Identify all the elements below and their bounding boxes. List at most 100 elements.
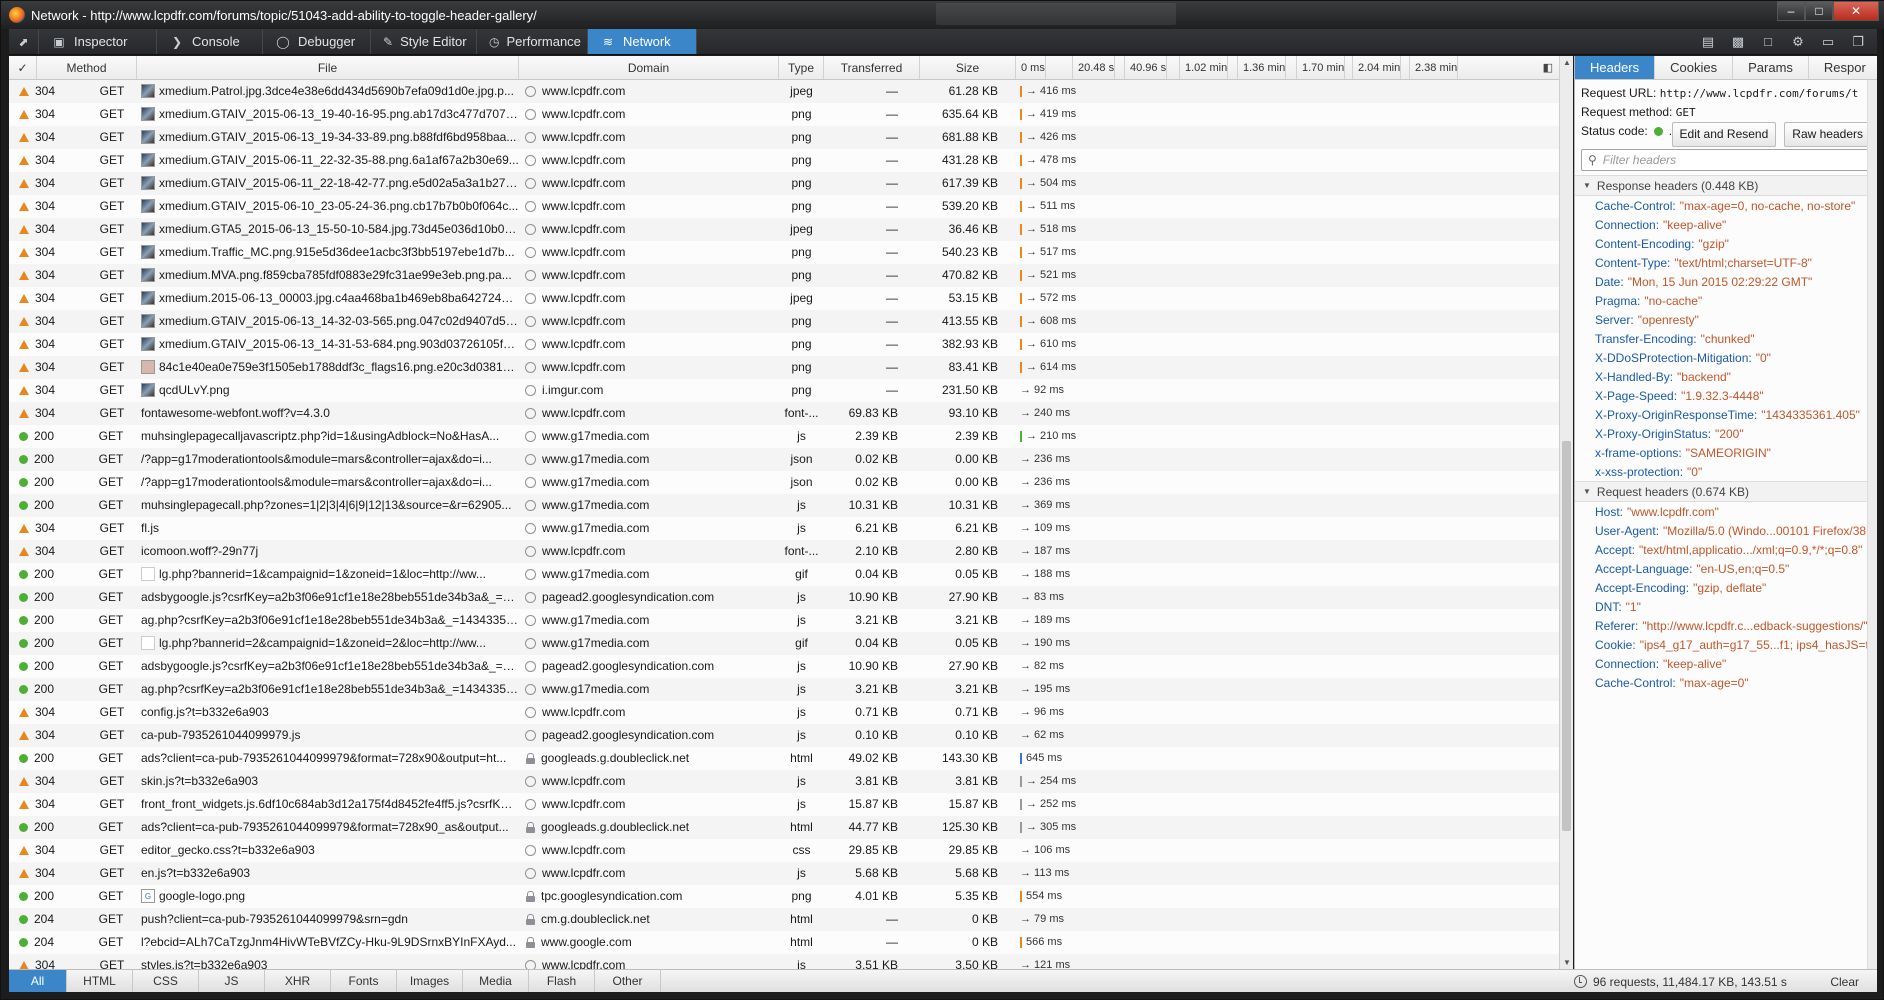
table-row[interactable]: 200 GET ag.php?csrfKey=a2b3f06e91cf1e18e28… xyxy=(9,609,1559,632)
header-row[interactable]: Connection: "keep-alive" xyxy=(1575,215,1877,234)
header-row[interactable]: Host: "www.lcpdfr.com" xyxy=(1575,502,1877,521)
tab-performance[interactable]: ◷ Performance xyxy=(477,29,588,54)
table-row[interactable]: 304 GET icomoon.woff?-29n77j www.lcpdfr.com… xyxy=(9,540,1559,563)
header-row[interactable]: Cache-Control: "max-age=0, no-cache, no-s… xyxy=(1575,196,1877,215)
header-row[interactable]: X-Proxy-OriginStatus: "200" xyxy=(1575,424,1877,443)
table-row[interactable]: 304 GET ca-pub-7935261044099979.js pagead2.… xyxy=(9,724,1559,747)
responsive-view-icon[interactable]: □ xyxy=(1761,34,1775,49)
table-row[interactable]: 304 GET skin.js?t=b332e6a903 www.lcpdfr.com… xyxy=(9,770,1559,793)
table-row[interactable]: 204 GET l?ebcid=ALh7CaTzgJnm4HivWTeBVfZCy-… xyxy=(9,931,1559,954)
tab-params[interactable]: Params xyxy=(1733,56,1809,79)
table-row[interactable]: 200 GET ag.php?csrfKey=a2b3f06e91cf1e18e28… xyxy=(9,678,1559,701)
table-row[interactable]: 304 GET xmedium.Traffic_MC.png.915e5d36dee… xyxy=(9,241,1559,264)
request-headers-section[interactable]: ▼ Request headers (0.674 KB) xyxy=(1575,481,1877,502)
header-row[interactable]: x-frame-options: "SAMEORIGIN" xyxy=(1575,443,1877,462)
filter-js[interactable]: JS xyxy=(199,970,265,992)
filter-images[interactable]: Images xyxy=(397,970,463,992)
table-row[interactable]: 304 GET xmedium.GTAIV_2015-06-13_19-34-33-… xyxy=(9,126,1559,149)
table-row[interactable]: 200 GET adsbygoogle.js?csrfKey=a2b3f06e91c… xyxy=(9,655,1559,678)
header-row[interactable]: Referer: "http://www.lcpdfr.c...edback-su… xyxy=(1575,616,1877,635)
element-picker-button[interactable]: ⬈ xyxy=(9,29,39,54)
column-status[interactable]: ✓ xyxy=(9,56,37,79)
header-row[interactable]: Content-Encoding: "gzip" xyxy=(1575,234,1877,253)
dock-icon[interactable]: ▭ xyxy=(1821,34,1835,50)
header-row[interactable]: X-DDoSProtection-Mitigation: "0" xyxy=(1575,348,1877,367)
table-row[interactable]: 200 GET /?app=g17moderationtools&module=ma… xyxy=(9,448,1559,471)
table-row[interactable]: 304 GET xmedium.GTAIV_2015-06-13_14-32-03-… xyxy=(9,310,1559,333)
filter-headers-input[interactable]: ⚲ Filter headers xyxy=(1581,149,1871,171)
header-row[interactable]: x-xss-protection: "0" xyxy=(1575,462,1877,481)
undock-icon[interactable]: ❐ xyxy=(1851,34,1865,50)
scroll-up-icon[interactable]: ▲ xyxy=(1563,58,1571,67)
filter-other[interactable]: Other xyxy=(595,970,661,992)
filter-xhr[interactable]: XHR xyxy=(265,970,331,992)
header-row[interactable]: Accept-Encoding: "gzip, deflate" xyxy=(1575,578,1877,597)
table-row[interactable]: 200 GET muhsinglepagecalljavascriptz.php?i… xyxy=(9,425,1559,448)
filter-html[interactable]: HTML xyxy=(67,970,133,992)
response-headers-section[interactable]: ▼ Response headers (0.448 KB) xyxy=(1575,175,1877,196)
sidebar-scrollbar[interactable] xyxy=(1867,80,1877,969)
table-row[interactable]: 304 GET fl.js www.g17media.com js 6.21 KB 6.21… xyxy=(9,517,1559,540)
column-size[interactable]: Size xyxy=(920,56,1016,79)
tab-network[interactable]: ≋ Network xyxy=(588,29,697,54)
header-row[interactable]: Accept: "text/html,applicatio.../xml;q=0.… xyxy=(1575,540,1877,559)
tab-response[interactable]: Respor xyxy=(1809,56,1877,79)
waterfall-toggle-icon[interactable]: ◧ xyxy=(1543,61,1553,74)
table-row[interactable]: 304 GET front_front_widgets.js.6df10c684ab… xyxy=(9,793,1559,816)
filter-css[interactable]: CSS xyxy=(133,970,199,992)
header-row[interactable]: X-Page-Speed: "1.9.32.3-4448" xyxy=(1575,386,1877,405)
header-row[interactable]: Date: "Mon, 15 Jun 2015 02:29:22 GMT" xyxy=(1575,272,1877,291)
table-row[interactable]: 304 GET 84c1e40ea0e759e3f1505eb1788ddf3c_f… xyxy=(9,356,1559,379)
maximize-icon[interactable]: □ xyxy=(1805,1,1833,21)
table-row[interactable]: 200 GET adsbygoogle.js?csrfKey=a2b3f06e91c… xyxy=(9,586,1559,609)
header-row[interactable]: Accept-Language: "en-US,en;q=0.5" xyxy=(1575,559,1877,578)
tab-cookies[interactable]: Cookies xyxy=(1655,56,1734,79)
column-file[interactable]: File xyxy=(137,56,519,79)
column-type[interactable]: Type xyxy=(779,56,824,79)
table-row[interactable]: 304 GET xmedium.MVA.png.f859cba785fdf0883e… xyxy=(9,264,1559,287)
header-row[interactable]: User-Agent: "Mozilla/5.0 (Windo...00101 F… xyxy=(1575,521,1877,540)
table-row[interactable]: 304 GET en.js?t=b332e6a903 www.lcpdfr.com js… xyxy=(9,862,1559,885)
tab-inspector[interactable]: ▣ Inspector xyxy=(39,29,157,54)
table-row[interactable]: 304 GET styles.js?t=b332e6a903 www.lcpdfr.c… xyxy=(9,954,1559,969)
table-row[interactable]: 200 GET muhsinglepagecall.php?zones=1|2|3|… xyxy=(9,494,1559,517)
filter-media[interactable]: Media xyxy=(463,970,529,992)
clear-button[interactable]: Clear xyxy=(1822,970,1867,993)
request-summary-footer[interactable]: 96 requests, 11,484.17 KB, 143.51 s xyxy=(1574,970,1787,993)
minimize-icon[interactable]: – xyxy=(1777,1,1805,21)
header-row[interactable]: Cache-Control: "max-age=0" xyxy=(1575,673,1877,692)
tab-style-editor[interactable]: ✎ Style Editor xyxy=(371,29,477,54)
table-row[interactable]: 304 GET fontawesome-webfont.woff?v=4.3.0 ww… xyxy=(9,402,1559,425)
header-row[interactable]: DNT: "1" xyxy=(1575,597,1877,616)
table-row[interactable]: 200 GET ads?client=ca-pub-7935261044099979… xyxy=(9,816,1559,839)
table-row[interactable]: 304 GET editor_gecko.css?t=b332e6a903 www.l… xyxy=(9,839,1559,862)
scroll-down-icon[interactable]: ▼ xyxy=(1563,958,1571,967)
table-row[interactable]: 200 GET lg.php?bannerid=2&campaignid=1&zon… xyxy=(9,632,1559,655)
header-row[interactable]: Cookie: "ips4_g17_auth=g17_55...f1; ips4_… xyxy=(1575,635,1877,654)
column-transferred[interactable]: Transferred xyxy=(824,56,920,79)
table-row[interactable]: 304 GET xmedium.GTAIV_2015-06-13_14-31-53-… xyxy=(9,333,1559,356)
table-row[interactable]: 304 GET qcdULvY.png i.imgur.com png — 231.50 K… xyxy=(9,379,1559,402)
table-row[interactable]: 304 GET xmedium.GTAIV_2015-06-11_22-32-35-… xyxy=(9,149,1559,172)
header-row[interactable]: X-Handled-By: "backend" xyxy=(1575,367,1877,386)
close-icon[interactable]: ✕ xyxy=(1833,1,1879,21)
filter-fonts[interactable]: Fonts xyxy=(331,970,397,992)
scrollbar-thumb[interactable] xyxy=(1562,441,1571,831)
tab-console[interactable]: ❯ Console xyxy=(157,29,263,54)
column-method[interactable]: Method xyxy=(37,56,137,79)
split-console-icon[interactable]: ▤ xyxy=(1701,34,1715,50)
header-row[interactable]: Transfer-Encoding: "chunked" xyxy=(1575,329,1877,348)
table-row[interactable]: 304 GET xmedium.2015-06-13_00003.jpg.c4aa4… xyxy=(9,287,1559,310)
table-row[interactable]: 200 GET Ggoogle-logo.png tpc.googlesyndicat… xyxy=(9,885,1559,908)
tab-debugger[interactable]: ◯ Debugger xyxy=(263,29,371,54)
tab-headers[interactable]: Headers xyxy=(1575,56,1656,79)
table-row[interactable]: 204 GET push?client=ca-pub-793526104409997… xyxy=(9,908,1559,931)
filter-flash[interactable]: Flash xyxy=(529,970,595,992)
table-row[interactable]: 304 GET xmedium.GTA5_2015-06-13_15-50-10-5… xyxy=(9,218,1559,241)
header-row[interactable]: Server: "openresty" xyxy=(1575,310,1877,329)
header-row[interactable]: Pragma: "no-cache" xyxy=(1575,291,1877,310)
table-row[interactable]: 304 GET xmedium.GTAIV_2015-06-10_23-05-24-… xyxy=(9,195,1559,218)
gear-icon[interactable]: ⚙ xyxy=(1791,34,1805,50)
table-row[interactable]: 200 GET /?app=g17moderationtools&module=ma… xyxy=(9,471,1559,494)
filter-all[interactable]: All xyxy=(9,970,67,992)
